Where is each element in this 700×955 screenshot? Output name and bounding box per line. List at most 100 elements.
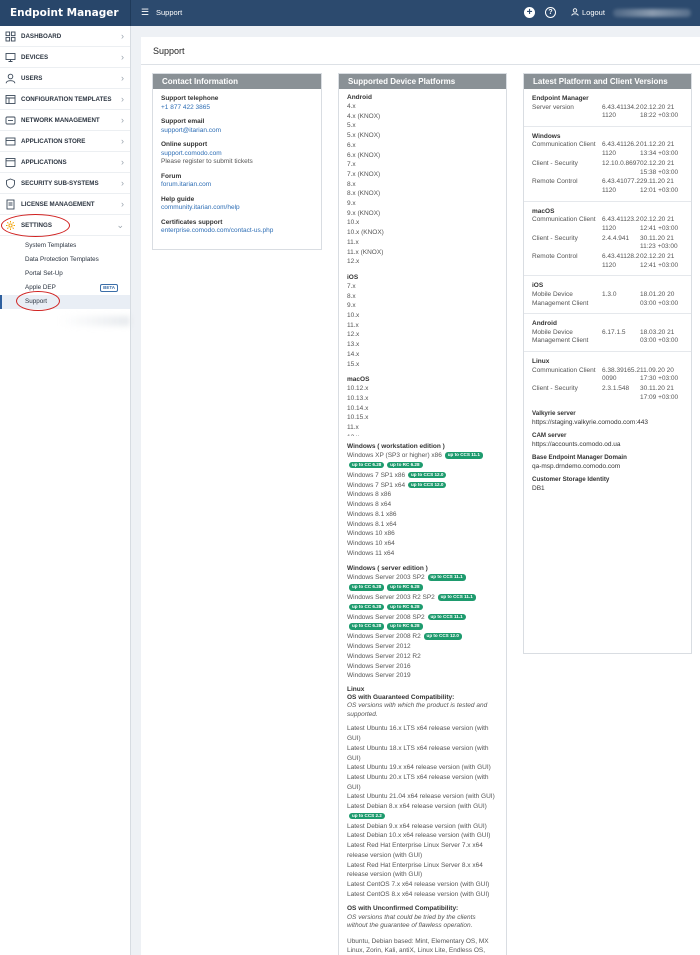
sidebar-item-label: USERS [21, 75, 43, 82]
sidebar-shading [60, 316, 130, 326]
help-guide-link[interactable]: community.itarian.com/help [161, 204, 313, 213]
version-number: 6.38.39165.2 0090 [602, 366, 640, 383]
version-number: 6.43.41134.2 1120 [602, 103, 640, 120]
submenu-portal-set-up[interactable]: Portal Set-Up [0, 267, 130, 281]
linux-unconfirmed-label: OS with Unconfirmed Compatibility: [347, 905, 459, 913]
email-link[interactable]: support@itarian.com [161, 127, 313, 136]
chevron-right-icon: › [121, 73, 124, 83]
sidebar-item-users[interactable]: USERS › [0, 68, 130, 89]
template-icon [5, 95, 16, 104]
version-row: Client - Security 2.3.1.548 30.11.20 21 17… [532, 385, 683, 402]
version-row: Mobile Device Management Client 6.17.1.5 1… [532, 329, 683, 346]
version-number: 6.43.41128.2 1120 [602, 252, 640, 269]
sidebar-item-label: APPLICATIONS [21, 159, 67, 166]
add-icon[interactable]: + [524, 7, 535, 18]
submenu-system-templates[interactable]: System Templates [0, 239, 130, 253]
platform-version: 10.15.x [347, 414, 369, 422]
server-info: Valkyrie server https://staging.valkyrie… [532, 410, 683, 493]
submenu-data-protection-templates[interactable]: Data Protection Templates [0, 253, 130, 267]
hamburger-menu-icon[interactable]: ☰ [141, 8, 149, 17]
section-title: macOS [532, 207, 555, 215]
android-label: Android [347, 94, 372, 101]
platform-version: Latest Debian 9.x x64 release version (w… [347, 822, 487, 830]
platform-version: Latest Ubuntu 16.x LTS x64 release versi… [347, 725, 489, 743]
forum-link[interactable]: forum.itarian.com [161, 181, 313, 190]
help-guide-label: Help guide [161, 195, 195, 203]
version-row: Communication Client 6.43.41126.2 1120 01.… [532, 141, 683, 158]
component-name: Mobile Device Management Client [532, 328, 589, 345]
version-section: Windows Communication Client 6.43.41126.2 … [524, 125, 691, 201]
release-date: 02.12.20 21 15:38 +03:00 [640, 159, 679, 176]
macos-label: macOS [347, 376, 370, 384]
logout-button[interactable]: Logout [571, 0, 605, 26]
sidebar-item-application-store[interactable]: APPLICATION STORE › [0, 131, 130, 152]
badge-row: up to CC 6.28 up to RC 6.28 [347, 603, 498, 613]
os-entry: Windows 11 x64 [347, 549, 498, 559]
version-badge: up to CCS 2.2 [349, 812, 385, 820]
ios-list: 7.x 8.x 9.x 10.x 11.x 12.x 13.x 14.x 15.x [347, 282, 498, 369]
os-name: Windows Server 2016 [347, 662, 411, 670]
release-date: 02.12.20 21 18:22 +03:00 [640, 103, 679, 120]
user-icon [571, 8, 579, 16]
base-domain-value: qa-msp.drndemo.comodo.com [532, 462, 621, 470]
sidebar-item-configuration-templates[interactable]: CONFIGURATION TEMPLATES › [0, 89, 130, 110]
badge-row: up to CC 6.28 up to RC 6.28 [347, 622, 498, 632]
version-number: 6.43.41077.2 1120 [602, 178, 640, 194]
version-badge: up to RC 6.28 [387, 603, 423, 611]
version-badge: up to CCS 11.1 [427, 574, 466, 581]
help-icon[interactable]: ? [545, 7, 556, 18]
app-title[interactable]: Endpoint Manager [0, 0, 131, 26]
version-number: 1.3.0 [602, 290, 617, 298]
platform-version: 4.x [347, 103, 356, 110]
android-list: 4.x 4.x (KNOX) 5.x 5.x (KNOX) 6.x 6.x (KNOX) 7… [347, 102, 498, 267]
sidebar-item-license-management[interactable]: LICENSE MANAGEMENT › [0, 194, 130, 215]
sidebar-item-security-sub-systems[interactable]: SECURITY SUB-SYSTEMS › [0, 173, 130, 194]
os-name: Windows 8.1 x64 [347, 520, 397, 528]
card-body: Support telephone +1 877 422 3865 Suppor… [153, 89, 321, 242]
version-section: Android Mobile Device Management Client 6.… [524, 313, 691, 351]
version-badge: up to CC 6.28 [349, 623, 385, 630]
version-row: Communication Client 6.43.41123.2 1120 02.… [532, 216, 683, 233]
os-name: Windows XP (SP3 or higher) x86 [347, 452, 442, 460]
version-badge: up to RC 6.28 [387, 584, 423, 591]
supported-platforms-card: Supported Device Platforms Android 4.x 4.… [338, 73, 507, 955]
telephone-link[interactable]: +1 877 422 3865 [161, 104, 313, 113]
version-number: 2.3.1.548 [602, 385, 630, 393]
online-support-link[interactable]: support.comodo.com [161, 150, 313, 159]
platform-version: 7.x (KNOX) [347, 170, 381, 178]
version-row: Communication Client 6.38.39165.2 0090 11.… [532, 367, 683, 384]
os-entry: Windows 10 x64 [347, 539, 498, 549]
license-icon [6, 199, 15, 210]
sidebar-item-label: APPLICATION STORE [21, 138, 86, 145]
platform-version: 8.x [347, 292, 356, 300]
base-domain-label: Base Endpoint Manager Domain [532, 454, 627, 462]
os-entry: Windows Server 2019 [347, 671, 498, 681]
version-badge: up to CCS 12.0 [407, 481, 447, 489]
storage-identity-value: DB1 [532, 484, 545, 492]
platform-version: 10.12.x [347, 385, 369, 393]
platform-version: 6.x [347, 141, 356, 149]
platform-version: 12.x [347, 331, 360, 339]
version-number: 12.10.0.8697 [602, 159, 640, 167]
sidebar-item-network-management[interactable]: NETWORK MANAGEMENT › [0, 110, 130, 131]
platform-version: Latest Ubuntu 19.x x64 release version (… [347, 764, 491, 772]
sidebar-item-devices[interactable]: DEVICES › [0, 47, 130, 68]
windows-workstation-label: Windows ( workstation edition ) [347, 443, 445, 451]
os-name: Windows Server 2008 R2 [347, 633, 421, 641]
sidebar-item-dashboard[interactable]: DASHBOARD › [0, 26, 130, 47]
platform-version: Latest Debian 10.x x64 release version (… [347, 832, 491, 840]
section-title: Linux [532, 358, 550, 366]
release-date: 02.12.20 21 12:41 +03:00 [640, 252, 679, 269]
card-heading: Contact Information [153, 74, 321, 89]
certificates-link[interactable]: enterprise.comodo.com/contact-us.php [161, 227, 313, 236]
os-name: Windows Server 2003 R2 SP2 [347, 594, 435, 602]
os-entry: Windows Server 2012 [347, 642, 498, 652]
version-badge: up to CCS 11.1 [444, 452, 483, 459]
sidebar-item-applications[interactable]: APPLICATIONS › [0, 152, 130, 173]
os-name: Windows 11 x64 [347, 549, 395, 557]
version-row: Mobile Device Management Client 1.3.0 18.0… [532, 291, 683, 308]
platform-version: 6.x (KNOX) [347, 151, 381, 159]
os-entry: Windows Server 2003 SP2 up to CCS 11.1 [347, 573, 498, 583]
os-name: Windows 10 x86 [347, 530, 395, 538]
submenu-apple-dep[interactable]: Apple DEP BETA [0, 281, 130, 295]
